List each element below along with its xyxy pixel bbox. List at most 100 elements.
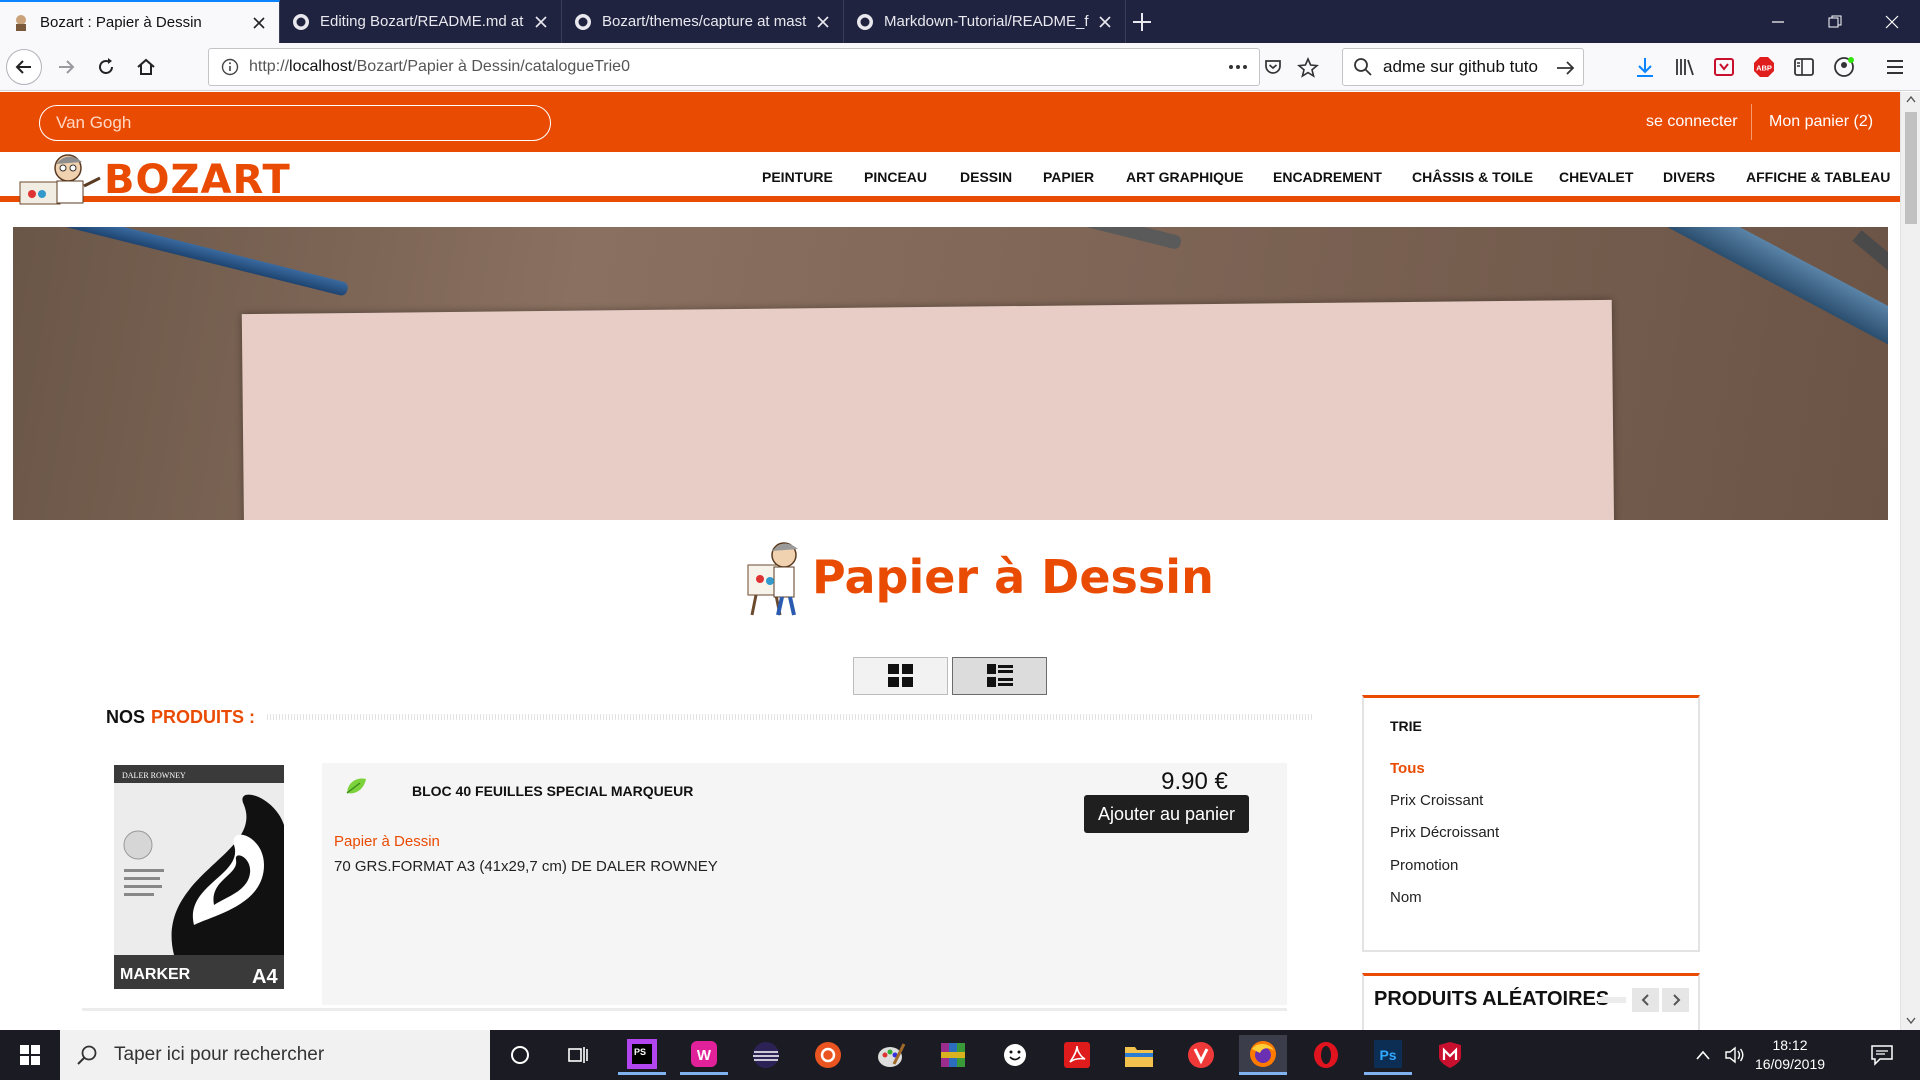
banner-pencil-box xyxy=(1641,227,1888,345)
phpstorm-app[interactable]: PS xyxy=(618,1035,666,1075)
menu-item-papier[interactable]: PAPIER xyxy=(1043,152,1094,202)
winrar-icon xyxy=(941,1043,965,1067)
sort-panel: TRIE Tous Prix Croissant Prix Décroissan… xyxy=(1362,695,1700,952)
menu-button[interactable] xyxy=(1883,55,1907,79)
close-icon[interactable] xyxy=(1097,14,1113,30)
paint-app[interactable] xyxy=(867,1035,915,1075)
tab-editing-readme[interactable]: Editing Bozart/README.md at xyxy=(280,0,562,43)
library-button[interactable] xyxy=(1673,55,1697,79)
ubuntu-app[interactable] xyxy=(804,1035,852,1075)
extension-button[interactable] xyxy=(1712,55,1736,79)
painter-mascot-icon xyxy=(747,542,798,616)
star-icon[interactable] xyxy=(1297,57,1319,79)
product-image[interactable]: DALER ROWNEY MARKER A4 xyxy=(114,765,284,989)
svg-text:W: W xyxy=(697,1047,712,1064)
close-icon[interactable] xyxy=(533,14,549,30)
tab-themes-capture[interactable]: Bozart/themes/capture at mast xyxy=(562,0,844,43)
list-view-button[interactable] xyxy=(952,657,1047,695)
menu-item-dessin[interactable]: DESSIN xyxy=(960,152,1012,202)
sort-option-promotion[interactable]: Promotion xyxy=(1390,857,1458,874)
product-list-item: DALER ROWNEY MARKER A4 BLOC 40 FEUILLES … xyxy=(82,763,1287,1013)
menu-item-encadrement[interactable]: ENCADREMENT xyxy=(1273,152,1382,202)
pocket-icon[interactable] xyxy=(1263,57,1283,77)
library-icon xyxy=(1676,59,1694,76)
more-actions-icon[interactable] xyxy=(1227,58,1249,76)
svg-text:Ps: Ps xyxy=(1379,1047,1396,1063)
sort-option-prix-croissant[interactable]: Prix Croissant xyxy=(1390,792,1483,809)
sidebar-button[interactable] xyxy=(1792,55,1816,79)
start-button[interactable] xyxy=(0,1030,60,1080)
taskbar-search-box[interactable]: Taper ici pour rechercher xyxy=(60,1030,490,1080)
menu-item-pinceau[interactable]: PINCEAU xyxy=(864,152,927,202)
carousel-prev-button[interactable] xyxy=(1632,988,1659,1012)
forward-button[interactable] xyxy=(48,49,84,85)
tab-markdown-tutorial[interactable]: Markdown-Tutorial/README_f xyxy=(844,0,1126,43)
menu-item-art-graphique[interactable]: ART GRAPHIQUE xyxy=(1126,152,1243,202)
close-icon[interactable] xyxy=(251,15,267,31)
grid-view-button[interactable] xyxy=(853,657,948,695)
eclipse-app[interactable] xyxy=(742,1035,790,1075)
menu-item-peinture[interactable]: PEINTURE xyxy=(762,152,833,202)
product-name[interactable]: BLOC 40 FEUILLES SPECIAL MARQUEUR xyxy=(412,783,693,799)
menu-item-chassis-toile[interactable]: CHÂSSIS & TOILE xyxy=(1412,152,1533,202)
tray-expand-button[interactable] xyxy=(1688,1035,1718,1075)
url-bar[interactable]: http://localhost/Bozart/Papier à Dessin/… xyxy=(208,48,1319,86)
menu-item-chevalet[interactable]: CHEVALET xyxy=(1559,152,1633,202)
topbar-divider xyxy=(1751,104,1752,140)
panel-rule xyxy=(1598,997,1626,1003)
new-tab-button[interactable] xyxy=(1128,8,1156,36)
reload-button[interactable] xyxy=(88,49,124,85)
task-view-button[interactable] xyxy=(555,1035,603,1075)
login-link[interactable]: se connecter xyxy=(1646,92,1738,152)
vivaldi-icon xyxy=(1188,1042,1214,1068)
svg-text:PS: PS xyxy=(634,1047,646,1057)
photoshop-app[interactable]: Ps xyxy=(1364,1035,1412,1075)
sort-option-tous[interactable]: Tous xyxy=(1390,760,1425,777)
downloads-button[interactable] xyxy=(1633,55,1657,79)
mcafee-app[interactable] xyxy=(1426,1035,1474,1075)
menu-item-divers[interactable]: DIVERS xyxy=(1663,152,1715,202)
firefox-app[interactable] xyxy=(1239,1035,1287,1075)
banner-paper-sheet xyxy=(241,299,1615,520)
plus-icon xyxy=(1133,13,1151,31)
volume-button[interactable] xyxy=(1720,1035,1750,1075)
info-icon[interactable] xyxy=(221,58,239,76)
adblock-button[interactable]: ABP xyxy=(1752,55,1776,79)
home-button[interactable] xyxy=(128,49,164,85)
cortana-button[interactable] xyxy=(496,1035,544,1075)
vivaldi-app[interactable] xyxy=(1177,1035,1225,1075)
url-path: /Bozart/Papier à Dessin/catalogueTrie0 xyxy=(352,58,630,75)
site-search-input[interactable]: Van Gogh xyxy=(39,105,551,141)
add-to-cart-button[interactable]: Ajouter au panier xyxy=(1084,795,1249,833)
bozart-logo[interactable]: BOZART xyxy=(12,152,292,205)
list-icon xyxy=(986,664,1013,687)
restore-button[interactable] xyxy=(1806,0,1863,43)
arrow-right-icon[interactable] xyxy=(1555,58,1575,78)
winrar-app[interactable] xyxy=(929,1035,977,1075)
page-scrollbar[interactable] xyxy=(1900,92,1920,1030)
emoji-app[interactable] xyxy=(991,1035,1039,1075)
account-button[interactable] xyxy=(1832,55,1856,79)
minimize-button[interactable] xyxy=(1749,0,1806,43)
scrollbar-thumb[interactable] xyxy=(1905,112,1917,224)
sort-option-prix-decroissant[interactable]: Prix Décroissant xyxy=(1390,824,1499,841)
sort-option-nom[interactable]: Nom xyxy=(1390,889,1422,906)
acrobat-app[interactable] xyxy=(1053,1035,1101,1075)
opera-app[interactable] xyxy=(1302,1035,1350,1075)
menu-item-affiche-tableau[interactable]: AFFICHE & TABLEAU xyxy=(1746,152,1890,202)
close-window-button[interactable] xyxy=(1863,0,1920,43)
close-icon[interactable] xyxy=(815,14,831,30)
taskbar-clock[interactable]: 18:12 16/09/2019 xyxy=(1750,1036,1830,1074)
hamburger-icon xyxy=(1887,60,1903,74)
carousel-next-button[interactable] xyxy=(1662,988,1689,1012)
cart-link[interactable]: Mon panier (2) xyxy=(1769,92,1873,152)
back-button[interactable] xyxy=(6,49,42,85)
notifications-button[interactable] xyxy=(1862,1035,1902,1075)
browser-search-field[interactable]: adme sur github tuto xyxy=(1342,48,1584,86)
scroll-up-icon[interactable] xyxy=(1906,95,1916,103)
product-category-link[interactable]: Papier à Dessin xyxy=(334,833,440,850)
scroll-down-icon[interactable] xyxy=(1906,1017,1916,1025)
tab-bozart[interactable]: Bozart : Papier à Dessin xyxy=(0,0,280,43)
wamp-app[interactable]: W xyxy=(680,1035,728,1075)
file-explorer-app[interactable] xyxy=(1115,1035,1163,1075)
